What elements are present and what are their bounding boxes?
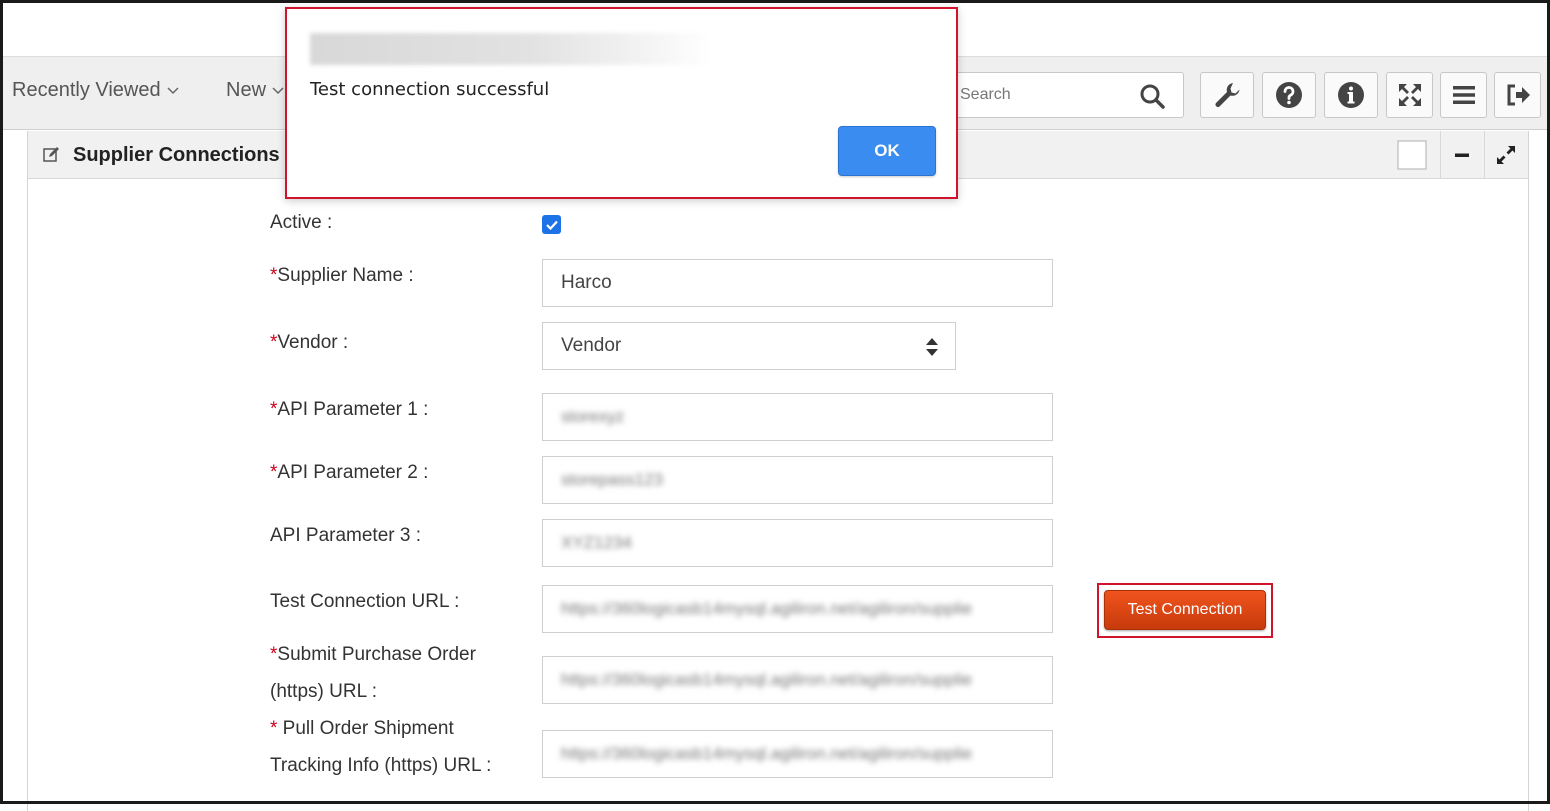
- api-param-2-input[interactable]: storepass123: [542, 456, 1053, 504]
- supplier-name-label-text: Supplier Name :: [277, 265, 414, 286]
- ok-button[interactable]: OK: [838, 126, 936, 176]
- fullscreen-button[interactable]: [1386, 72, 1433, 118]
- submit-po-url-input[interactable]: https://360logicasb14mysql.agiliron.net/…: [542, 656, 1053, 704]
- vendor-label: *Vendor :: [270, 324, 348, 361]
- wrench-button[interactable]: [1200, 72, 1254, 118]
- test-connection-url-value: https://360logicasb14mysql.agiliron.net/…: [561, 599, 973, 618]
- api-param-3-label: API Parameter 3 :: [270, 525, 422, 546]
- supplier-name-value: Harco: [561, 272, 612, 293]
- fullscreen-icon: [1398, 84, 1421, 106]
- vendor-selected-value: Vendor: [561, 335, 622, 356]
- select-arrows-icon: [926, 338, 938, 356]
- supplier-name-input[interactable]: Harco: [542, 259, 1053, 307]
- api-param-2-label: *API Parameter 2 :: [270, 454, 428, 491]
- menu-icon: [1452, 86, 1475, 104]
- vendor-select[interactable]: Vendor: [542, 322, 956, 370]
- api-param-1-label-text: API Parameter 1 :: [277, 399, 429, 420]
- api-param-1-value: storexyz: [561, 407, 625, 426]
- pull-order-url-value: https://360logicasb14mysql.agiliron.net/…: [561, 744, 973, 763]
- edit-icon: [43, 147, 59, 162]
- recently-viewed-label: Recently Viewed: [12, 79, 161, 101]
- api-param-2-value: storepass123: [561, 470, 664, 489]
- minimize-icon[interactable]: [1447, 140, 1477, 170]
- info-button[interactable]: [1324, 72, 1378, 118]
- search-box: [943, 72, 1184, 118]
- api-param-3-input[interactable]: XYZ1234: [542, 519, 1053, 567]
- api-param-2-label-text: API Parameter 2 :: [277, 462, 429, 483]
- test-connection-url-label: Test Connection URL :: [270, 591, 460, 612]
- submit-po-label: *Submit Purchase Order: [270, 636, 476, 673]
- help-button[interactable]: [1262, 72, 1316, 118]
- chevron-down-icon: [272, 86, 284, 94]
- pull-order-label-line2: Tracking Info (https) URL :: [270, 755, 492, 776]
- pull-order-url-input[interactable]: https://360logicasb14mysql.agiliron.net/…: [542, 730, 1053, 778]
- submit-po-label-line2: (https) URL :: [270, 681, 377, 702]
- new-menu[interactable]: New: [226, 79, 284, 102]
- active-label: Active :: [270, 212, 333, 233]
- test-connection-url-input[interactable]: https://360logicasb14mysql.agiliron.net/…: [542, 585, 1053, 633]
- api-param-1-input[interactable]: storexyz: [542, 393, 1053, 441]
- active-checkbox[interactable]: [542, 215, 561, 234]
- submit-po-label-line1: Submit Purchase Order: [277, 644, 476, 665]
- new-label: New: [226, 79, 267, 101]
- expand-icon[interactable]: [1491, 140, 1521, 170]
- pull-order-label: * Pull Order Shipment: [270, 710, 454, 747]
- help-icon: [1276, 82, 1302, 108]
- logout-button[interactable]: [1494, 72, 1541, 118]
- select-all-checkbox[interactable]: [1397, 140, 1427, 170]
- chevron-down-icon: [167, 86, 179, 94]
- info-icon: [1338, 82, 1364, 108]
- panel-title: Supplier Connections: [73, 144, 280, 166]
- header-divider: [1484, 131, 1485, 179]
- alert-dialog: Test connection successful OK: [285, 7, 958, 199]
- checkmark-icon: [545, 220, 558, 230]
- pull-order-label-line1: Pull Order Shipment: [277, 718, 454, 739]
- wrench-icon: [1215, 83, 1240, 107]
- api-param-1-label: *API Parameter 1 :: [270, 391, 428, 428]
- dialog-message: Test connection successful: [310, 79, 550, 100]
- test-connection-button[interactable]: Test Connection: [1104, 590, 1266, 630]
- api-param-3-value: XYZ1234: [561, 533, 632, 552]
- menu-button[interactable]: [1440, 72, 1487, 118]
- recently-viewed-menu[interactable]: Recently Viewed: [12, 79, 179, 102]
- supplier-name-label: *Supplier Name :: [270, 257, 414, 294]
- search-input[interactable]: [958, 85, 1128, 105]
- submit-po-url-value: https://360logicasb14mysql.agiliron.net/…: [561, 670, 973, 689]
- logout-icon: [1507, 84, 1530, 106]
- header-divider: [1440, 131, 1441, 179]
- search-icon[interactable]: [1139, 83, 1165, 109]
- vendor-label-text: Vendor :: [277, 332, 349, 353]
- dialog-origin-blurred: [310, 33, 710, 65]
